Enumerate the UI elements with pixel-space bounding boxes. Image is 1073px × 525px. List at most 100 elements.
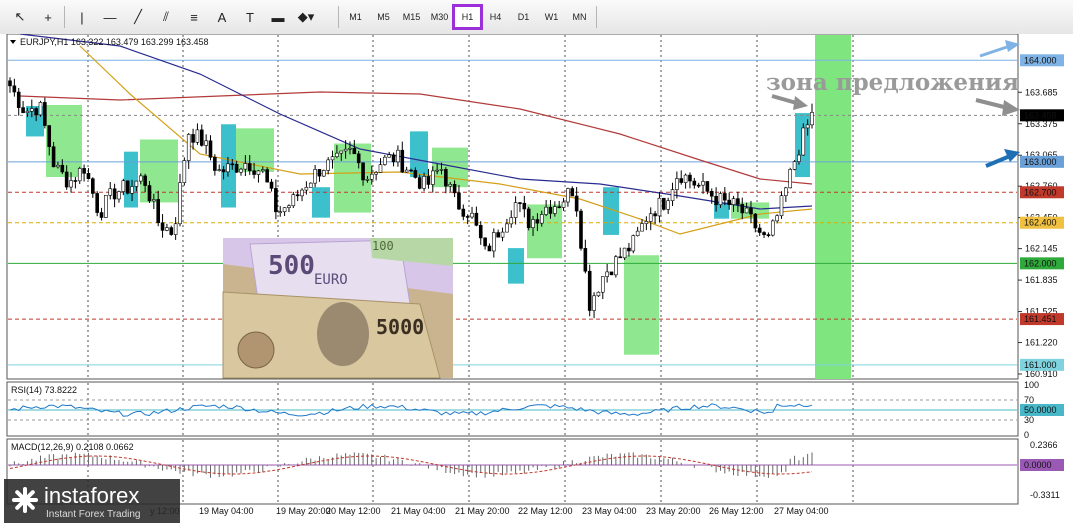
- candle-body: [753, 213, 758, 229]
- timeframe-m30[interactable]: M30: [426, 6, 453, 28]
- svg-text:5000: 5000: [376, 315, 424, 339]
- candle-body: [435, 169, 439, 172]
- candle-body: [723, 193, 727, 201]
- candle-body: [99, 212, 104, 218]
- candle-body: [221, 169, 226, 173]
- candle-body: [614, 256, 618, 276]
- shapes-icon[interactable]: ◆▾: [294, 6, 318, 28]
- candle-body: [465, 216, 470, 218]
- horizontal-line-icon[interactable]: —: [98, 6, 122, 28]
- time-tick-label: 27 May 04:00: [774, 506, 829, 516]
- candle-body: [204, 140, 208, 146]
- timeframe-m5[interactable]: M5: [370, 6, 397, 28]
- candle-body: [256, 170, 261, 175]
- time-tick-label: 21 May 04:00: [391, 506, 446, 516]
- candle-body: [322, 170, 326, 177]
- candle-body: [404, 169, 409, 173]
- candle-body: [605, 271, 609, 277]
- candle-body: [352, 147, 357, 155]
- candle-body: [644, 221, 649, 224]
- candle-body: [348, 147, 352, 150]
- svg-text:500: 500: [268, 251, 315, 281]
- candle-body: [792, 161, 797, 170]
- timeframe-d1[interactable]: D1: [510, 6, 537, 28]
- supply-zone-annotation: зона предложения: [766, 69, 1019, 96]
- candle-body: [531, 219, 535, 228]
- time-tick-label: 26 May 12:00: [709, 506, 764, 516]
- candle-body: [82, 168, 86, 174]
- instaforex-logo-icon: [12, 487, 38, 513]
- text-label-icon[interactable]: T: [238, 6, 262, 28]
- candle-body: [801, 127, 806, 156]
- candle-body: [391, 154, 396, 163]
- rectangle-label-icon[interactable]: ▬: [266, 6, 290, 28]
- candle-body: [509, 217, 514, 225]
- chart-symbol-label: EURJPY,H1 163.322 163.479 163.299 163.45…: [20, 37, 209, 47]
- timeframe-m1[interactable]: M1: [342, 6, 369, 28]
- candle-body: [339, 150, 344, 154]
- candle-body: [295, 194, 300, 197]
- candle-body: [600, 276, 605, 293]
- candle-body: [138, 175, 143, 182]
- candle-body: [313, 169, 317, 184]
- fibonacci-icon[interactable]: ≡: [182, 6, 206, 28]
- candle-body: [505, 223, 509, 233]
- vertical-line-icon[interactable]: |: [70, 6, 94, 28]
- text-icon[interactable]: A: [210, 6, 234, 28]
- crosshair-icon[interactable]: +: [36, 6, 60, 28]
- candle-body: [417, 177, 422, 189]
- candle-body: [797, 154, 801, 162]
- candle-body: [243, 163, 248, 170]
- candle-body: [618, 256, 623, 259]
- price-level-label: 163.000: [1024, 157, 1057, 167]
- time-tick-label: 23 May 04:00: [582, 506, 637, 516]
- candle-body: [95, 193, 99, 213]
- candle-body: [413, 170, 418, 178]
- instaforex-watermark: instaforex Instant Forex Trading: [4, 479, 180, 523]
- candle-body: [635, 230, 640, 236]
- candle-body: [757, 227, 762, 233]
- candle-body: [308, 182, 313, 188]
- candle-body: [749, 207, 753, 215]
- candle-body: [587, 270, 592, 311]
- candle-body: [365, 178, 370, 181]
- macd-tick-label: -0.3311: [1030, 490, 1060, 500]
- candle-body: [34, 108, 38, 116]
- timeframe-h1[interactable]: H1: [452, 4, 483, 30]
- candle-body: [779, 195, 784, 217]
- candle-body: [805, 124, 810, 129]
- candle-body: [679, 178, 684, 183]
- cursor-icon[interactable]: ↖: [8, 6, 32, 28]
- price-level-label: 162.000: [1024, 258, 1057, 268]
- candle-body: [766, 234, 771, 236]
- channel-icon[interactable]: ⫽: [154, 6, 178, 28]
- time-tick-label: 23 May 20:00: [646, 506, 701, 516]
- candle-body: [60, 164, 65, 173]
- candle-body: [557, 206, 561, 208]
- candle-body: [274, 188, 278, 213]
- candle-body: [186, 134, 191, 161]
- candle-body: [252, 170, 256, 175]
- candle-body: [561, 201, 566, 208]
- candle-body: [383, 156, 387, 165]
- candle-body: [775, 215, 779, 222]
- timeframe-mn[interactable]: MN: [566, 6, 593, 28]
- candle-body: [810, 112, 814, 126]
- candle-body: [335, 152, 339, 158]
- candle-body: [239, 168, 243, 173]
- timeframe-h4[interactable]: H4: [482, 6, 509, 28]
- rsi-tick-label: 0: [1024, 430, 1029, 440]
- macd-level-label: 0.0000: [1024, 460, 1052, 470]
- candle-body: [714, 195, 718, 206]
- candle-body: [300, 189, 304, 197]
- price-level-label: 161.451: [1024, 314, 1057, 324]
- trendline-icon[interactable]: ╱: [126, 6, 150, 28]
- candle-body: [317, 169, 322, 177]
- price-level-label: 162.700: [1024, 187, 1057, 197]
- candle-body: [86, 173, 91, 180]
- candle-body: [21, 107, 25, 114]
- timeframe-m15[interactable]: M15: [398, 6, 425, 28]
- timeframe-w1[interactable]: W1: [538, 6, 565, 28]
- svg-text:EURO: EURO: [314, 272, 348, 288]
- price-level-label: 163.458: [1024, 110, 1057, 120]
